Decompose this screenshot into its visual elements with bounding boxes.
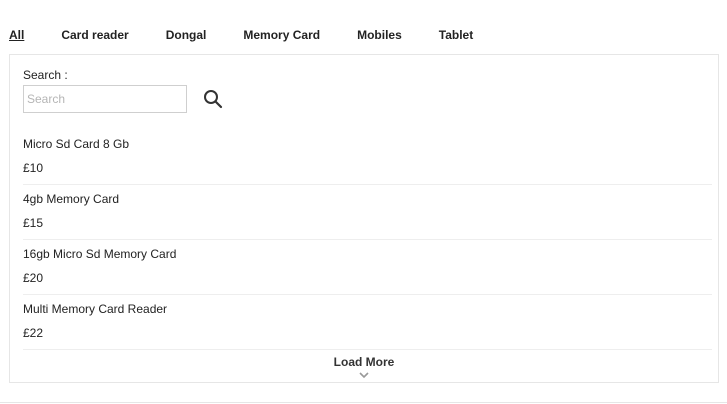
- search-label: Search :: [23, 68, 68, 82]
- tab-tablet[interactable]: Tablet: [439, 28, 473, 42]
- product-price: £22: [23, 326, 44, 340]
- products-panel: Search : Micro Sd Card 8 Gb £10 4gb Memo…: [9, 54, 719, 383]
- product-name[interactable]: Multi Memory Card Reader: [23, 302, 167, 316]
- load-more-label: Load More: [333, 355, 395, 369]
- chevron-down-icon[interactable]: [359, 371, 369, 379]
- product-price: £20: [23, 271, 44, 285]
- tab-memory-card[interactable]: Memory Card: [243, 28, 320, 42]
- list-item[interactable]: Multi Memory Card Reader £22: [23, 295, 712, 350]
- search-input[interactable]: [23, 85, 187, 113]
- product-price: £15: [23, 216, 44, 230]
- divider: [0, 402, 727, 403]
- category-tabs: All Card reader Dongal Memory Card Mobil…: [9, 27, 510, 43]
- tab-mobiles[interactable]: Mobiles: [357, 28, 402, 42]
- product-price: £10: [23, 161, 44, 175]
- search-button[interactable]: [203, 89, 223, 109]
- list-item[interactable]: 16gb Micro Sd Memory Card £20: [23, 240, 712, 295]
- list-item[interactable]: 4gb Memory Card £15: [23, 185, 712, 240]
- list-item[interactable]: Micro Sd Card 8 Gb £10: [23, 130, 712, 185]
- product-name[interactable]: 16gb Micro Sd Memory Card: [23, 247, 176, 261]
- search-icon: [204, 90, 223, 109]
- load-more-button[interactable]: Load More: [10, 355, 718, 369]
- product-name[interactable]: 4gb Memory Card: [23, 192, 119, 206]
- tab-all[interactable]: All: [9, 28, 24, 42]
- product-list: Micro Sd Card 8 Gb £10 4gb Memory Card £…: [23, 130, 712, 350]
- tab-dongal[interactable]: Dongal: [166, 28, 207, 42]
- product-name[interactable]: Micro Sd Card 8 Gb: [23, 137, 129, 151]
- tab-card-reader[interactable]: Card reader: [61, 28, 128, 42]
